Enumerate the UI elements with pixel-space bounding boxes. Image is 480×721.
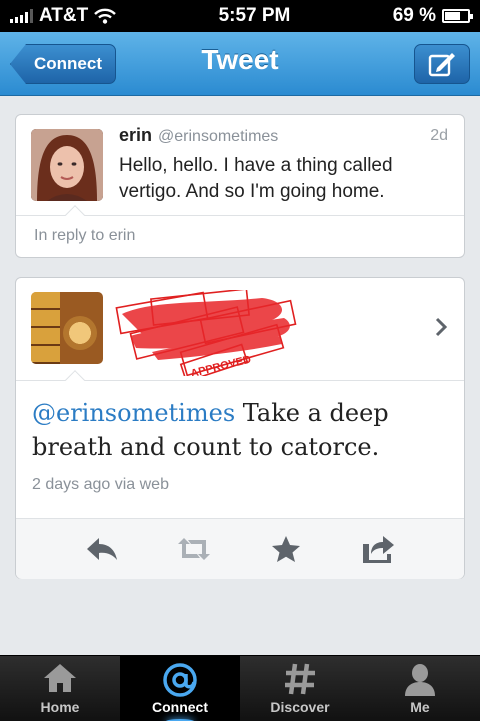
tweet-text: @erinsometimes Take a deep breath and co… bbox=[32, 396, 452, 464]
author-name[interactable]: erin bbox=[119, 125, 152, 145]
tab-connect[interactable]: Connect bbox=[120, 656, 240, 721]
reply-caret bbox=[65, 205, 85, 225]
status-bar: AT&T 5:57 PM 69 % bbox=[0, 0, 480, 32]
author-line: erin @erinsometimes bbox=[119, 125, 278, 146]
status-left: AT&T bbox=[10, 5, 117, 27]
tab-bar: Home Connect Discover Me bbox=[0, 655, 480, 721]
mention-link[interactable]: @erinsometimes bbox=[32, 399, 235, 427]
share-icon bbox=[363, 536, 394, 563]
tab-home[interactable]: Home bbox=[0, 656, 120, 721]
retweet-icon bbox=[178, 538, 210, 560]
tab-discover[interactable]: Discover bbox=[240, 656, 360, 721]
tab-label: Connect bbox=[152, 699, 208, 715]
tweet-actions bbox=[16, 518, 464, 579]
hash-icon bbox=[285, 663, 315, 695]
battery-percent: 69 % bbox=[392, 5, 436, 26]
tab-label: Discover bbox=[270, 699, 330, 715]
compose-button[interactable] bbox=[414, 44, 470, 84]
tab-label: Me bbox=[410, 699, 430, 715]
reply-icon bbox=[87, 538, 117, 560]
tab-me[interactable]: Me bbox=[360, 656, 480, 721]
tab-label: Home bbox=[40, 699, 80, 715]
avatar[interactable] bbox=[31, 292, 103, 364]
page-title: Tweet bbox=[201, 44, 279, 75]
avatar[interactable] bbox=[31, 129, 103, 201]
tweet-timestamp: 2d bbox=[430, 127, 448, 144]
parent-tweet-card[interactable]: erin @erinsometimes 2d Hello, hello. I ha… bbox=[15, 114, 465, 258]
carrier-label: AT&T bbox=[39, 5, 89, 26]
signal-icon bbox=[10, 9, 33, 23]
nav-bar: Connect Tweet bbox=[0, 32, 480, 96]
compose-icon bbox=[428, 53, 455, 77]
favorite-button[interactable] bbox=[266, 529, 306, 569]
wifi-icon bbox=[94, 8, 117, 24]
main-tweet-card: APPROVED @erinsometimes Take a deep brea… bbox=[15, 277, 465, 579]
stamp-label: APPROVED bbox=[189, 354, 252, 376]
chevron-right-icon[interactable] bbox=[434, 316, 448, 344]
share-button[interactable] bbox=[358, 529, 398, 569]
person-icon bbox=[405, 664, 435, 696]
retweet-button[interactable] bbox=[174, 529, 214, 569]
author-handle[interactable]: @erinsometimes bbox=[158, 128, 278, 145]
reply-button[interactable] bbox=[82, 529, 122, 569]
stamp-image: APPROVED bbox=[112, 288, 302, 383]
in-reply-to-link[interactable]: In reply to erin bbox=[34, 227, 135, 245]
tweet-text: Hello, hello. I have a thing called vert… bbox=[119, 155, 393, 202]
clock: 5:57 PM bbox=[218, 5, 291, 26]
tweet-meta: 2 days ago via web bbox=[32, 476, 169, 493]
status-right: 69 % bbox=[392, 5, 473, 27]
tweet-caret bbox=[65, 370, 85, 390]
battery-icon bbox=[442, 9, 473, 23]
at-icon bbox=[163, 663, 197, 697]
favorite-icon bbox=[272, 536, 300, 562]
battery-fill bbox=[445, 12, 461, 20]
home-icon bbox=[44, 664, 76, 692]
